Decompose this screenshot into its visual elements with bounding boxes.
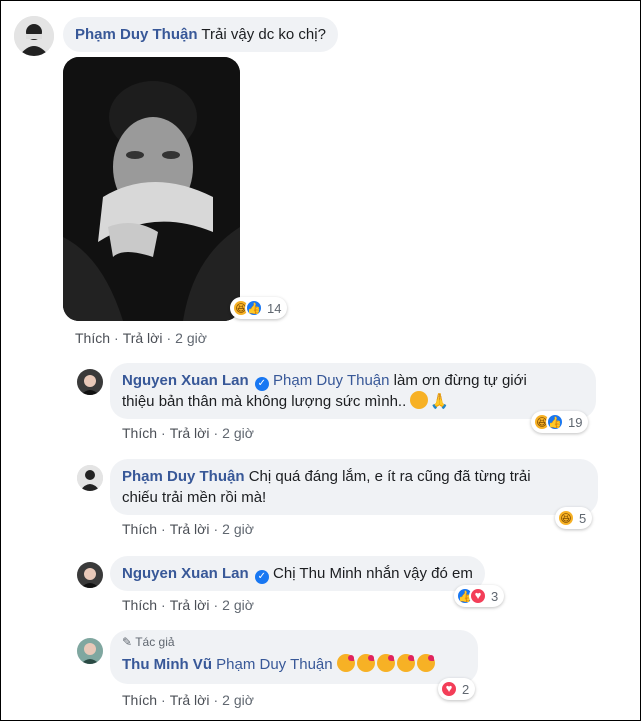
love-reaction-icon: ♥ bbox=[440, 680, 458, 698]
comment-bubble-3: Phạm Duy Thuận Chị quá đáng lắm, e ít ra… bbox=[110, 459, 598, 515]
like-link[interactable]: Thích bbox=[122, 521, 157, 537]
comment-text-line2: chiếu trải mền rồi mà! bbox=[122, 489, 267, 506]
reaction-count: 2 bbox=[462, 681, 470, 697]
avatar-nguyen-xuan-lan[interactable] bbox=[77, 369, 103, 395]
comment-author[interactable]: Nguyen Xuan Lan bbox=[122, 565, 249, 582]
verified-badge-icon: ✓ bbox=[254, 570, 269, 584]
avatar-thu-minh-vu[interactable] bbox=[77, 638, 103, 664]
pencil-icon: ✎ bbox=[122, 635, 133, 649]
comment-author[interactable]: Phạm Duy Thuận bbox=[122, 468, 245, 485]
comment-bubble-2: Nguyen Xuan Lan ✓ Phạm Duy Thuận làm ơn … bbox=[110, 363, 596, 419]
comment-text-line1: làm ơn đừng tự giới bbox=[393, 372, 527, 389]
verified-badge-icon: ✓ bbox=[254, 377, 269, 391]
kiss-emoji-icon bbox=[356, 654, 375, 672]
comment-time[interactable]: 2 giờ bbox=[222, 692, 254, 708]
kiss-emoji-icon bbox=[336, 654, 355, 672]
reply-link[interactable]: Trả lời bbox=[123, 330, 163, 346]
kiss-emoji-icon bbox=[416, 654, 435, 672]
reply-link[interactable]: Trả lời bbox=[170, 425, 210, 441]
author-tag: ✎ Tác giả bbox=[122, 634, 466, 650]
comment-author[interactable]: Nguyen Xuan Lan bbox=[122, 372, 249, 389]
author-tag-label: Tác giả bbox=[135, 635, 175, 649]
like-link[interactable]: Thích bbox=[122, 597, 157, 613]
comment-actions-5: Thích · Trả lời · 2 giờ bbox=[122, 692, 254, 708]
haha-reaction-icon: 😆 bbox=[557, 509, 575, 527]
comment-actions-1: Thích · Trả lời · 2 giờ bbox=[75, 330, 207, 346]
smirk-emoji-icon bbox=[410, 391, 429, 409]
comment-time[interactable]: 2 giờ bbox=[222, 597, 254, 613]
like-reaction-icon: 👍 bbox=[546, 413, 564, 431]
like-reaction-icon: 👍 bbox=[245, 299, 263, 317]
comment-author[interactable]: Thu Minh Vũ bbox=[122, 656, 212, 673]
comment-bubble-5: ✎ Tác giả Thu Minh Vũ Phạm Duy Thuận bbox=[110, 630, 478, 684]
comment-bubble-4: Nguyen Xuan Lan ✓ Chị Thu Minh nhắn vậy … bbox=[110, 556, 485, 591]
comment-actions-4: Thích · Trả lời · 2 giờ bbox=[122, 597, 254, 613]
comment-author[interactable]: Phạm Duy Thuận bbox=[75, 26, 198, 43]
comment-text-line1: Chị quá đáng lắm, e ít ra cũng đã từng t… bbox=[248, 468, 531, 485]
comment-photo[interactable] bbox=[63, 57, 240, 321]
reaction-count: 5 bbox=[579, 510, 587, 526]
like-link[interactable]: Thích bbox=[122, 425, 157, 441]
mention-link[interactable]: Phạm Duy Thuận bbox=[216, 656, 332, 673]
reaction-summary-4[interactable]: 👍 ♥ 3 bbox=[454, 585, 505, 607]
comment-time[interactable]: 2 giờ bbox=[175, 330, 207, 346]
comment-time[interactable]: 2 giờ bbox=[222, 521, 254, 537]
reply-link[interactable]: Trả lời bbox=[170, 692, 210, 708]
avatar-pham-duy-thuan[interactable] bbox=[77, 465, 103, 491]
like-link[interactable]: Thích bbox=[75, 330, 110, 346]
reply-link[interactable]: Trả lời bbox=[170, 597, 210, 613]
comment-text: Trải vậy dc ko chị? bbox=[201, 26, 326, 43]
comment-text-line2: thiệu bản thân mà không lượng sức mình.. bbox=[122, 393, 407, 410]
reaction-summary-3[interactable]: 😆 5 bbox=[555, 507, 593, 529]
reaction-count: 19 bbox=[568, 414, 583, 430]
love-reaction-icon: ♥ bbox=[469, 587, 487, 605]
comment-actions-3: Thích · Trả lời · 2 giờ bbox=[122, 521, 254, 537]
like-link[interactable]: Thích bbox=[122, 692, 157, 708]
comment-time[interactable]: 2 giờ bbox=[222, 425, 254, 441]
pray-emoji-icon: 🙏 bbox=[430, 393, 450, 410]
kiss-emoji-icon bbox=[396, 654, 415, 672]
kiss-emoji-icon bbox=[376, 654, 395, 672]
reaction-summary-1[interactable]: 😆 👍 14 bbox=[230, 297, 288, 319]
reaction-summary-2[interactable]: 😆 👍 19 bbox=[531, 411, 589, 433]
reaction-summary-5[interactable]: ♥ 2 bbox=[438, 678, 476, 700]
reply-link[interactable]: Trả lời bbox=[170, 521, 210, 537]
reaction-count: 3 bbox=[491, 588, 499, 604]
reaction-count: 14 bbox=[267, 300, 282, 316]
avatar-pham-duy-thuan[interactable] bbox=[14, 16, 54, 56]
comment-actions-2: Thích · Trả lời · 2 giờ bbox=[122, 425, 254, 441]
mention-link[interactable]: Phạm Duy Thuận bbox=[273, 372, 389, 389]
avatar-nguyen-xuan-lan[interactable] bbox=[77, 562, 103, 588]
comment-bubble-1: Phạm Duy Thuận Trải vậy dc ko chị? bbox=[63, 17, 338, 52]
comment-text: Chị Thu Minh nhắn vậy đó em bbox=[273, 565, 473, 582]
